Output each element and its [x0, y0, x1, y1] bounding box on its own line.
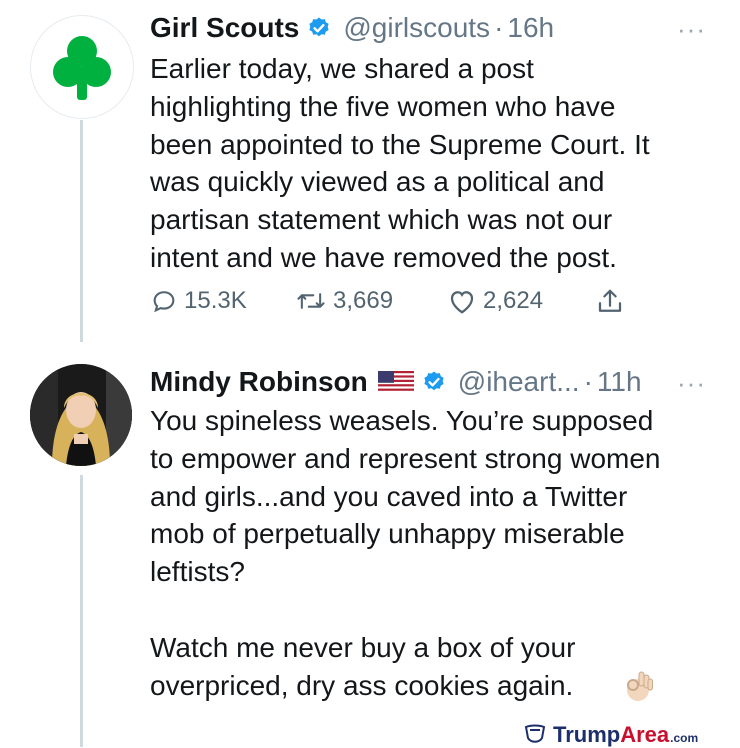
separator-dot: · [494, 12, 504, 43]
tweet-girl-scouts[interactable]: Girl Scouts @girlscouts · 16h ··· Earlie… [0, 0, 740, 350]
thread-line [80, 120, 83, 342]
retweet-icon [297, 293, 325, 309]
shield-logo-icon [524, 724, 546, 743]
reply-icon [153, 291, 175, 313]
watermark: Trump Area .com [523, 722, 698, 748]
verified-badge-icon [309, 17, 329, 37]
watermark-brand: Trump [553, 722, 621, 747]
verified-badge-icon [424, 371, 444, 391]
avatar[interactable] [30, 15, 134, 119]
timestamp[interactable]: 16h [507, 12, 554, 44]
us-flag-icon [377, 371, 414, 393]
timestamp[interactable]: 11h [597, 366, 642, 398]
girl-scouts-trefoil-logo [32, 17, 132, 117]
author-name[interactable]: Mindy Robinson [150, 366, 368, 398]
thread-line [80, 475, 83, 747]
tweet-text: You spineless weasels. You’re supposed t… [150, 405, 661, 701]
ok-hand-emoji-icon [627, 671, 653, 701]
heart-icon [450, 291, 474, 314]
share-icon [598, 289, 622, 312]
reply-count: 15.3K [184, 287, 247, 314]
author-handle[interactable]: @girlscouts [343, 12, 490, 44]
reply-button[interactable]: 15.3K [150, 287, 247, 315]
retweet-button[interactable]: 3,669 [295, 287, 393, 315]
tweet-mindy-robinson[interactable]: Mindy Robinson @iheart... · 11h ··· You … [0, 350, 740, 747]
watermark-suffix: .com [670, 731, 699, 745]
retweet-count: 3,669 [333, 287, 394, 314]
author-name[interactable]: Girl Scouts [150, 12, 299, 44]
share-button[interactable] [595, 287, 631, 317]
tweet-text: Earlier today, we shared a post highligh… [150, 53, 650, 273]
like-button[interactable]: 2,624 [447, 287, 543, 315]
user-avatar-photo [30, 364, 132, 466]
avatar[interactable] [30, 364, 132, 466]
like-count: 2,624 [483, 287, 544, 314]
separator-dot: · [583, 366, 593, 397]
author-handle[interactable]: @iheart... [458, 366, 580, 398]
watermark-accent: Area [620, 722, 670, 747]
more-options-icon[interactable]: ··· [677, 14, 706, 45]
more-options-icon[interactable]: ··· [677, 368, 706, 399]
